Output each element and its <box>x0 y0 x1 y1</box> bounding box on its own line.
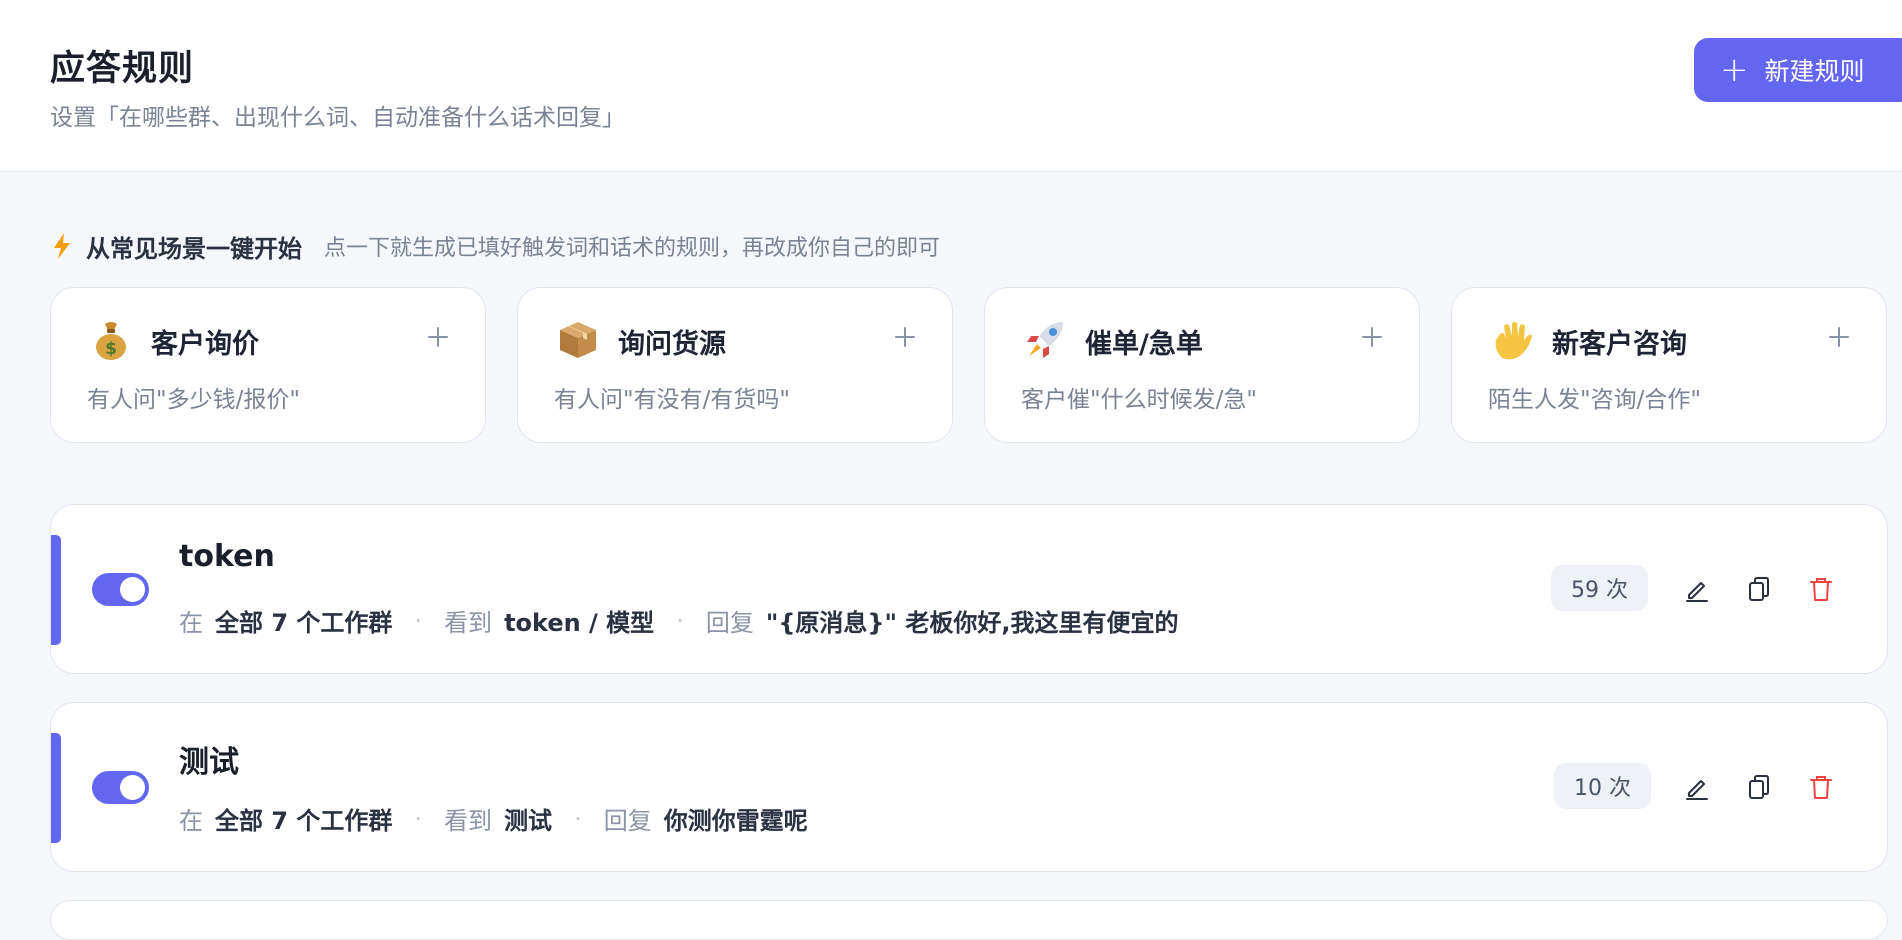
plus-icon <box>1362 327 1382 347</box>
plus-icon: + <box>1720 50 1749 90</box>
copy-icon[interactable] <box>1745 575 1773 603</box>
trigger-count-badge: 10 次 <box>1554 763 1651 809</box>
template-card-title: 客户询价 <box>151 329 259 360</box>
copy-icon[interactable] <box>1745 773 1773 801</box>
quick-start-description: 点一下就生成已填好触发词和话术的规则，再改成你自己的即可 <box>324 236 941 261</box>
new-rule-button[interactable]: + 新建规则 <box>1694 38 1902 102</box>
trigger-label: 看到 <box>444 807 493 835</box>
package-icon <box>560 322 596 358</box>
template-card-description: 有人问"多少钱/报价" <box>87 387 300 413</box>
rocket-icon <box>1027 322 1063 358</box>
reply-label: 回复 <box>603 807 652 835</box>
plus-icon <box>1829 327 1849 347</box>
edit-icon[interactable] <box>1683 575 1711 603</box>
template-card-description: 陌生人发"咨询/合作" <box>1488 387 1701 413</box>
template-card-description: 有人问"有没有/有货吗" <box>554 387 790 413</box>
trigger-label: 看到 <box>444 609 493 637</box>
plus-icon <box>895 327 915 347</box>
trash-icon[interactable] <box>1807 773 1835 801</box>
rule-name: 测试 <box>179 745 239 780</box>
rule-card[interactable]: 测试 在 全部 7 个工作群 · 看到 测试 · 回复 你测你雷霆呢 10 次 <box>50 702 1888 872</box>
reply-value: 你测你雷霆呢 <box>663 807 808 835</box>
edit-icon[interactable] <box>1683 773 1711 801</box>
rule-enabled-toggle[interactable] <box>92 573 149 606</box>
quick-start-title: 从常见场景一键开始 <box>86 234 302 263</box>
template-card-title: 新客户咨询 <box>1552 329 1687 360</box>
scope-value: 全部 7 个工作群 <box>215 609 393 637</box>
scope-value: 全部 7 个工作群 <box>215 807 393 835</box>
rule-summary: 在 全部 7 个工作群 · 看到 token / 模型 · 回复 "{原消息}"… <box>179 603 1178 638</box>
trash-icon[interactable] <box>1807 575 1835 603</box>
plus-icon <box>428 327 448 347</box>
reply-value: "{原消息}" 老板你好,我这里有便宜的 <box>765 609 1179 637</box>
template-card-urgent-order[interactable]: 催单/急单 客户催"什么时候发/急" <box>984 287 1420 443</box>
rule-card[interactable] <box>50 900 1888 940</box>
money-bag-icon: $ <box>96 322 126 360</box>
template-card-new-customer[interactable]: 新客户咨询 陌生人发"咨询/合作" <box>1451 287 1887 443</box>
page-header: 应答规则 设置「在哪些群、出现什么词、自动准备什么话术回复」 + 新建规则 <box>0 0 1902 172</box>
trigger-count-badge: 59 次 <box>1551 565 1648 611</box>
separator-dot: · <box>414 804 423 833</box>
svg-text:$: $ <box>105 339 117 359</box>
toggle-knob <box>120 775 145 800</box>
rule-accent-bar <box>51 733 61 843</box>
toggle-knob <box>120 577 145 602</box>
reply-label: 回复 <box>705 609 754 637</box>
rule-card[interactable]: token 在 全部 7 个工作群 · 看到 token / 模型 · 回复 "… <box>50 504 1888 674</box>
template-card-price-inquiry[interactable]: $ 客户询价 有人问"多少钱/报价" <box>50 287 486 443</box>
page-subtitle: 设置「在哪些群、出现什么词、自动准备什么话术回复」 <box>50 105 625 131</box>
trigger-value: 测试 <box>504 807 553 835</box>
separator-dot: · <box>414 606 423 635</box>
page-title: 应答规则 <box>50 49 195 89</box>
rule-enabled-toggle[interactable] <box>92 771 149 804</box>
quick-start-heading: 从常见场景一键开始 点一下就生成已填好触发词和话术的规则，再改成你自己的即可 <box>50 228 940 264</box>
rule-name: token <box>179 539 275 574</box>
template-card-title: 询问货源 <box>618 329 726 360</box>
template-card-title: 催单/急单 <box>1085 329 1203 360</box>
rule-accent-bar <box>51 535 61 645</box>
scope-label: 在 <box>179 807 203 835</box>
scope-label: 在 <box>179 609 203 637</box>
waving-hand-icon <box>1495 322 1532 360</box>
separator-dot: · <box>676 606 684 635</box>
rule-summary: 在 全部 7 个工作群 · 看到 测试 · 回复 你测你雷霆呢 <box>179 801 808 836</box>
new-rule-button-label: 新建规则 <box>1764 57 1865 86</box>
separator-dot: · <box>574 804 582 833</box>
trigger-value: token / 模型 <box>504 609 655 637</box>
template-card-stock-inquiry[interactable]: 询问货源 有人问"有没有/有货吗" <box>517 287 953 443</box>
bolt-icon <box>54 233 70 259</box>
template-card-description: 客户催"什么时候发/急" <box>1021 387 1257 413</box>
